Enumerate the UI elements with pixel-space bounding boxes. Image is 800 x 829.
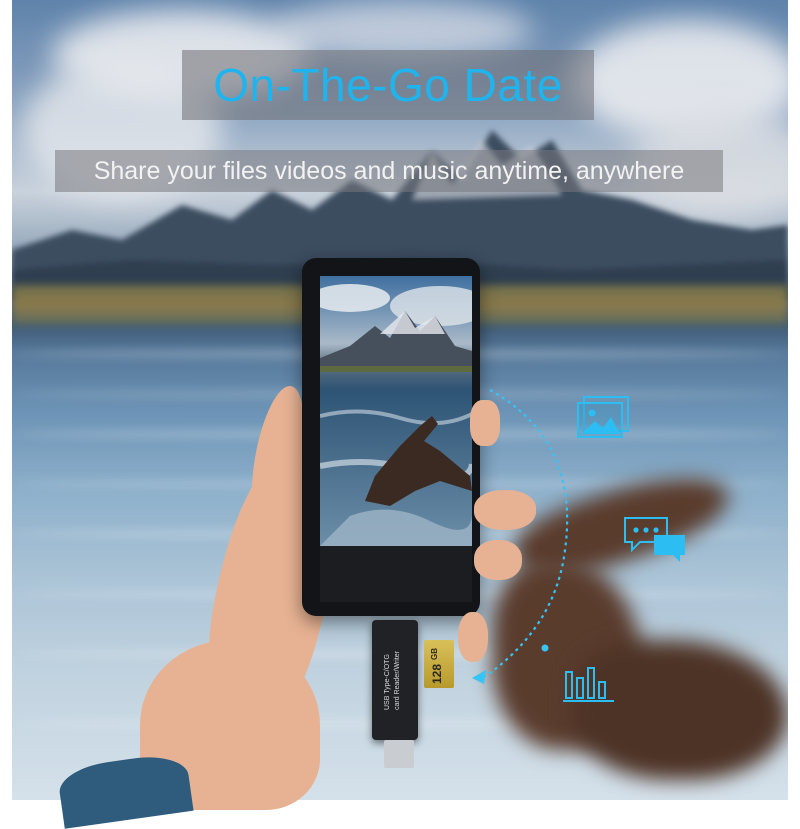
usb-plug <box>384 740 414 768</box>
music-bars-icon <box>563 667 614 702</box>
phone-screen-bottom <box>320 546 472 602</box>
dotted-arc <box>472 389 569 684</box>
image-icon <box>577 396 629 438</box>
chat-icon <box>624 517 685 562</box>
sd-card-unit: GB <box>430 648 439 660</box>
page-title: On-The-Go Date <box>213 59 563 111</box>
sd-card-capacity: 128 <box>430 663 444 684</box>
reader-label-line2: card Reader/Writer <box>394 650 401 710</box>
phone-screen <box>320 276 472 546</box>
page-subtitle: Share your files videos and music anytim… <box>93 157 685 185</box>
reader-label-line1: USB Type-C/OTG <box>384 654 391 710</box>
